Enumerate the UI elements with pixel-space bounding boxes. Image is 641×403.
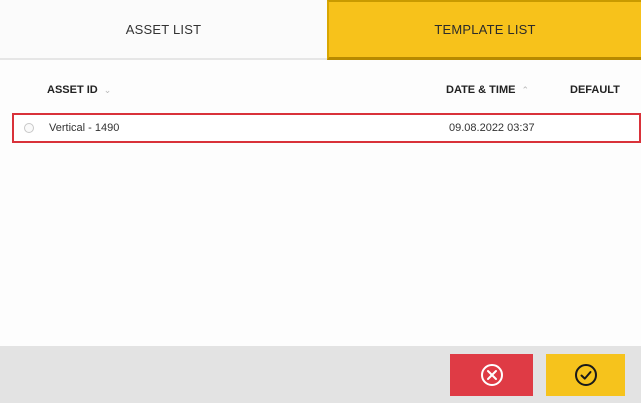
template-list-screen: ASSET LIST TEMPLATE LIST ASSET ID ⌄ DATE… xyxy=(0,0,641,403)
column-label-asset-id: ASSET ID xyxy=(47,84,98,96)
cancel-circle-icon xyxy=(480,364,503,386)
tab-template-list[interactable]: TEMPLATE LIST xyxy=(327,0,641,60)
column-header-default[interactable]: DEFAULT xyxy=(570,84,620,96)
row-date-time: 09.08.2022 03:37 xyxy=(449,122,535,134)
confirm-button[interactable] xyxy=(546,354,625,396)
row-asset-id: Vertical - 1490 xyxy=(49,122,120,134)
column-label-default: DEFAULT xyxy=(570,84,620,96)
cancel-button[interactable] xyxy=(450,354,533,396)
table-header: ASSET ID ⌄ DATE & TIME ⌃ DEFAULT xyxy=(0,78,641,106)
sort-down-icon: ⌄ xyxy=(103,84,112,95)
check-circle-icon xyxy=(574,364,597,386)
table-row[interactable]: Vertical - 1490 09.08.2022 03:37 xyxy=(12,113,641,143)
bottom-action-bar xyxy=(0,346,641,403)
row-select-radio[interactable] xyxy=(24,123,34,133)
tab-asset-list[interactable]: ASSET LIST xyxy=(0,0,327,60)
column-header-date-time[interactable]: DATE & TIME ⌃ xyxy=(446,84,529,96)
tab-bar: ASSET LIST TEMPLATE LIST xyxy=(0,0,641,62)
sort-up-icon: ⌃ xyxy=(521,84,530,95)
column-label-date-time: DATE & TIME xyxy=(446,84,516,96)
column-header-asset-id[interactable]: ASSET ID ⌄ xyxy=(47,84,111,96)
